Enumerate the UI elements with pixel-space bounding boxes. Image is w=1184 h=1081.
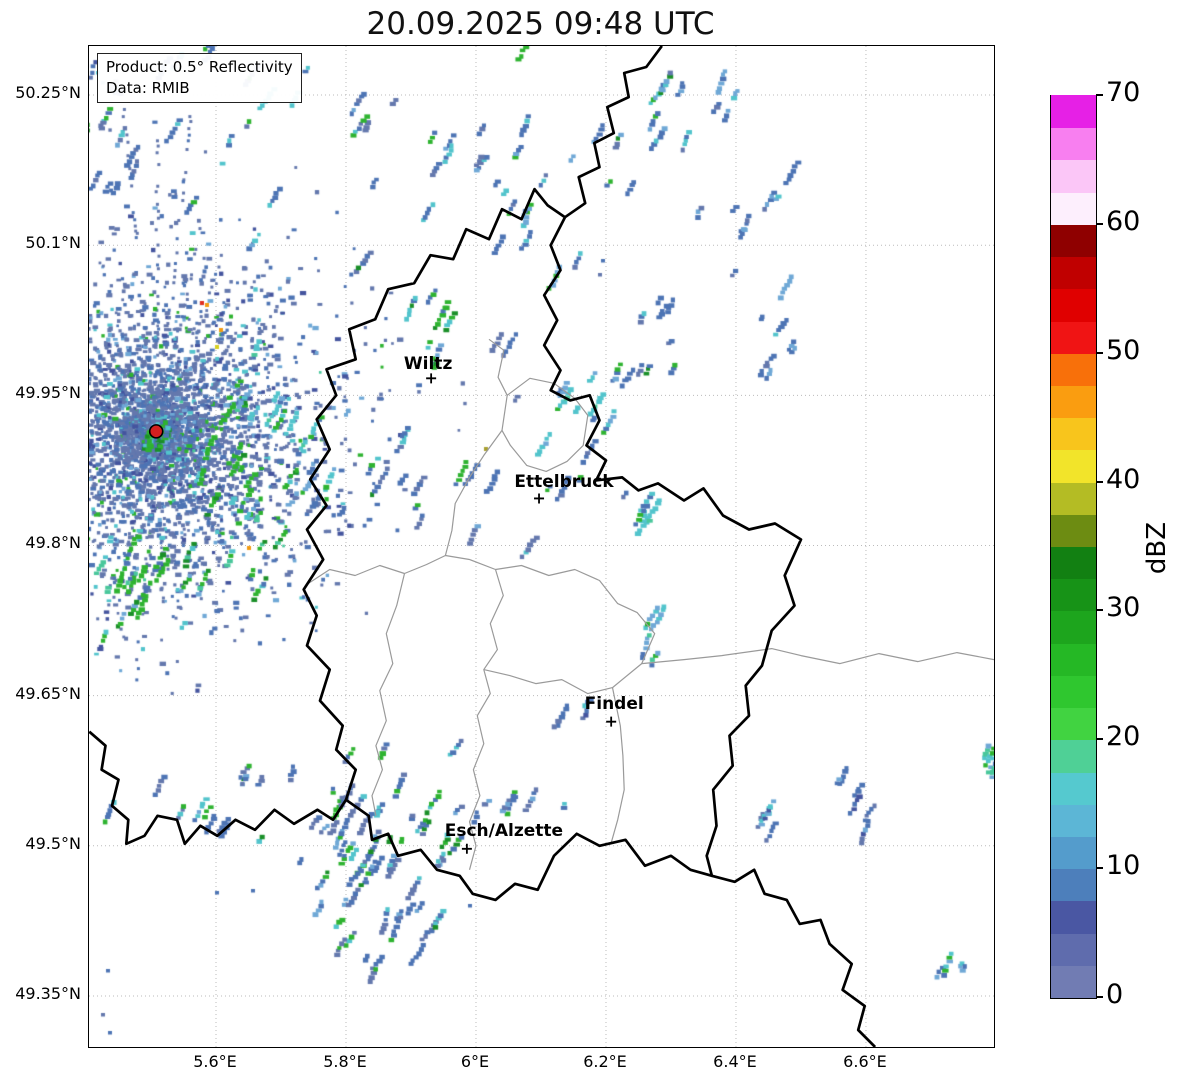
colorbar-segment bbox=[1051, 385, 1096, 419]
colorbar-segment bbox=[1051, 610, 1096, 644]
colorbar-segment bbox=[1051, 900, 1096, 934]
national-border bbox=[89, 730, 348, 846]
colorbar-tick bbox=[1096, 609, 1103, 612]
admin-border bbox=[307, 554, 994, 665]
product-label: Product: 0.5° Reflectivity bbox=[106, 58, 293, 76]
colorbar-segment bbox=[1051, 965, 1096, 998]
colorbar-segment bbox=[1051, 224, 1096, 258]
colorbar-tick bbox=[1096, 94, 1103, 96]
colorbar-segment bbox=[1051, 320, 1096, 354]
city-marker bbox=[461, 843, 472, 854]
colorbar-segment bbox=[1051, 127, 1096, 161]
radar-site-marker bbox=[148, 424, 164, 439]
colorbar-segment bbox=[1051, 159, 1096, 193]
admin-border bbox=[501, 377, 589, 472]
admin-border bbox=[483, 663, 643, 695]
colorbar-segment bbox=[1051, 449, 1096, 483]
reflectivity-colorbar bbox=[1050, 95, 1097, 999]
colorbar-segment bbox=[1051, 868, 1096, 902]
city-label: Esch/Alzette bbox=[444, 820, 564, 841]
colorbar-tick bbox=[1096, 351, 1103, 354]
colorbar-segment bbox=[1051, 95, 1096, 129]
x-tick-label: 5.8°E bbox=[323, 1052, 367, 1071]
y-tick-label: 49.8°N bbox=[25, 533, 81, 553]
city-label: Wiltz bbox=[403, 354, 453, 375]
colorbar-segment bbox=[1051, 288, 1096, 322]
city-marker bbox=[606, 716, 617, 727]
colorbar-segment bbox=[1051, 578, 1096, 612]
figure-title: 20.09.2025 09:48 UTC bbox=[366, 6, 715, 42]
border-layer bbox=[89, 46, 994, 1047]
colorbar-tick bbox=[1096, 222, 1103, 225]
colorbar-segment bbox=[1051, 675, 1096, 709]
colorbar-tick-label: 0 bbox=[1106, 979, 1124, 1010]
city-marker bbox=[534, 493, 545, 504]
colorbar-tick bbox=[1096, 867, 1103, 870]
y-tick-label: 50.25°N bbox=[15, 83, 81, 103]
colorbar-segment bbox=[1051, 643, 1096, 676]
colorbar-tick bbox=[1096, 996, 1103, 998]
x-tick-label: 6.2°E bbox=[583, 1052, 627, 1071]
colorbar-segment bbox=[1051, 256, 1096, 290]
colorbar-tick-label: 20 bbox=[1106, 721, 1141, 753]
y-tick-label: 49.5°N bbox=[25, 833, 81, 853]
product-info-box: Product: 0.5° Reflectivity Data: RMIB bbox=[97, 53, 302, 104]
y-tick-label: 49.65°N bbox=[15, 683, 81, 703]
admin-border bbox=[371, 573, 406, 816]
colorbar-segment bbox=[1051, 739, 1096, 773]
colorbar-unit-label: dBZ bbox=[1142, 521, 1172, 575]
colorbar-segment bbox=[1051, 707, 1096, 741]
colorbar-segment bbox=[1051, 192, 1096, 225]
colorbar-tick-label: 70 bbox=[1106, 77, 1141, 108]
city-label: Ettelbruck bbox=[514, 472, 614, 493]
colorbar-tick-label: 10 bbox=[1106, 850, 1141, 882]
y-tick-label: 49.35°N bbox=[15, 983, 81, 1003]
national-border bbox=[302, 187, 803, 902]
colorbar-segment bbox=[1051, 546, 1096, 580]
x-tick-label: 5.6°E bbox=[193, 1052, 237, 1071]
colorbar-tick-label: 40 bbox=[1106, 463, 1141, 495]
colorbar-tick-label: 50 bbox=[1106, 334, 1141, 366]
data-source-label: Data: RMIB bbox=[106, 78, 190, 97]
colorbar-segment bbox=[1051, 804, 1096, 837]
colorbar-segment bbox=[1051, 836, 1096, 870]
colorbar-segment bbox=[1051, 353, 1096, 386]
colorbar-segment bbox=[1051, 481, 1096, 515]
x-tick-label: 6.6°E bbox=[843, 1052, 887, 1071]
admin-border bbox=[444, 338, 508, 556]
y-tick-label: 49.95°N bbox=[15, 383, 81, 403]
colorbar-tick bbox=[1096, 480, 1103, 483]
colorbar-segment bbox=[1051, 417, 1096, 451]
colorbar-tick-label: 30 bbox=[1106, 592, 1141, 624]
x-tick-label: 6°E bbox=[460, 1052, 490, 1071]
y-tick-label: 50.1°N bbox=[25, 233, 81, 253]
city-label: Findel bbox=[584, 693, 644, 714]
city-marker bbox=[426, 373, 437, 384]
x-tick-label: 6.4°E bbox=[713, 1052, 757, 1071]
map-plot-area: Product: 0.5° Reflectivity Data: RMIB Wi… bbox=[88, 45, 995, 1048]
colorbar-tick bbox=[1096, 738, 1103, 741]
radar-figure: 20.09.2025 09:48 UTC Product: 0.5° Refle… bbox=[0, 0, 1184, 1081]
colorbar-tick-label: 60 bbox=[1106, 205, 1141, 237]
national-border bbox=[564, 46, 663, 219]
colorbar-segment bbox=[1051, 514, 1096, 547]
colorbar-segment bbox=[1051, 771, 1096, 805]
national-border bbox=[711, 868, 877, 1047]
colorbar-segment bbox=[1051, 932, 1096, 966]
